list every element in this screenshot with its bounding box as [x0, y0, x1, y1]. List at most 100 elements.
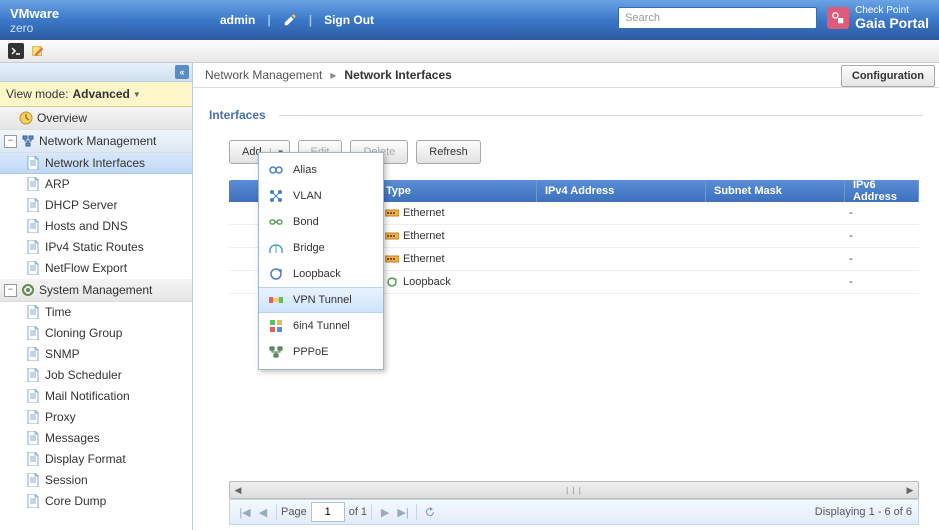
sidebar: « View mode: Advanced ▼ Overview −	[0, 63, 193, 530]
add-menu-item[interactable]: Bond	[259, 209, 383, 235]
menu-item-label: PPPoE	[293, 346, 328, 358]
sub-bar	[0, 40, 939, 63]
page-input[interactable]	[311, 502, 345, 522]
document-icon	[26, 240, 40, 254]
collapse-button[interactable]: «	[175, 65, 189, 79]
add-menu-item[interactable]: Bridge	[259, 235, 383, 261]
sidebar-item[interactable]: Time	[0, 302, 192, 323]
col-mask[interactable]: Subnet Mask	[706, 180, 845, 202]
network-icon	[21, 134, 35, 148]
breadcrumb: Network Management ▸ Network Interfaces …	[193, 63, 939, 88]
hostname-label: zero	[10, 21, 210, 35]
gaia-logo: Check Point Gaia Portal	[827, 5, 929, 31]
sidebar-item[interactable]: Display Format	[0, 449, 192, 470]
add-menu-item[interactable]: Alias	[259, 157, 383, 183]
terminal-icon[interactable]	[8, 43, 24, 59]
page-label: Page	[281, 506, 307, 518]
horizontal-scrollbar[interactable]: ◀ | | | ▶	[229, 481, 919, 499]
sidebar-section-network[interactable]: − Network Management	[0, 130, 192, 153]
configuration-button[interactable]: Configuration	[841, 65, 935, 87]
sidebar-item[interactable]: Proxy	[0, 407, 192, 428]
refresh-pager-button[interactable]	[421, 503, 439, 521]
first-page-button[interactable]: |◀	[236, 503, 254, 521]
pager: |◀ ◀ Page of 1 ▶ ▶| Displaying 1 - 6 of …	[229, 499, 919, 525]
add-menu-item[interactable]: PPPoE	[259, 339, 383, 365]
sidebar-item[interactable]: NetFlow Export	[0, 258, 192, 279]
document-icon	[26, 347, 40, 361]
menu-item-label: 6in4 Tunnel	[293, 320, 350, 332]
sidebar-item[interactable]: Mail Notification	[0, 386, 192, 407]
next-page-button[interactable]: ▶	[376, 503, 394, 521]
sidebar-section-system[interactable]: − System Management	[0, 279, 192, 302]
edit-icon[interactable]	[283, 13, 297, 27]
search-input[interactable]: Search	[618, 7, 817, 29]
ipv6-cell: -	[841, 276, 919, 288]
document-icon	[26, 473, 40, 487]
top-actions: admin | | Sign Out	[210, 13, 374, 27]
menu-item-label: Bridge	[293, 242, 325, 254]
refresh-button[interactable]: Refresh	[416, 140, 481, 164]
separator	[416, 504, 417, 520]
admin-link[interactable]: admin	[220, 13, 255, 27]
document-icon	[26, 431, 40, 445]
sidebar-item[interactable]: Network Interfaces	[0, 153, 192, 174]
panel-title: Interfaces	[209, 108, 923, 122]
sidebar-item[interactable]: Hosts and DNS	[0, 216, 192, 237]
sidebar-item[interactable]: Core Dump	[0, 491, 192, 512]
vmware-label: VMware	[10, 6, 210, 21]
separator: |	[305, 13, 316, 27]
sidebar-item[interactable]: ARP	[0, 174, 192, 195]
breadcrumb-parent[interactable]: Network Management	[205, 68, 322, 82]
sidebar-item-label: ARP	[45, 177, 70, 191]
interface-type-icon	[385, 207, 399, 219]
sidebar-item[interactable]: Job Scheduler	[0, 365, 192, 386]
add-menu-item[interactable]: 6in4 Tunnel	[259, 313, 383, 339]
prev-page-button[interactable]: ◀	[254, 503, 272, 521]
sidebar-section-overview[interactable]: Overview	[0, 107, 192, 130]
sidebar-item[interactable]: Session	[0, 470, 192, 491]
add-menu-item[interactable]: VLAN	[259, 183, 383, 209]
sidebar-item-label: DHCP Server	[45, 198, 117, 212]
last-page-button[interactable]: ▶|	[394, 503, 412, 521]
sidebar-item[interactable]: IPv4 Static Routes	[0, 237, 192, 258]
sidebar-item[interactable]: Cloning Group	[0, 323, 192, 344]
col-ipv6[interactable]: IPv6 Address	[845, 180, 919, 202]
scroll-right-icon[interactable]: ▶	[902, 483, 918, 497]
document-icon	[26, 305, 40, 319]
menu-item-icon	[267, 317, 285, 335]
type-cell: Loopback	[403, 276, 451, 288]
scroll-thumb[interactable]: | | |	[247, 484, 901, 496]
sidebar-item[interactable]: DHCP Server	[0, 195, 192, 216]
main: « View mode: Advanced ▼ Overview −	[0, 63, 939, 530]
type-cell: Ethernet	[403, 253, 445, 265]
nav-tree: Overview − Network Management Network In…	[0, 107, 192, 530]
view-mode-value: Advanced	[72, 87, 129, 101]
scratchpad-icon[interactable]	[30, 43, 46, 59]
view-mode-label: View mode:	[6, 87, 68, 101]
vmware-section: VMware zero	[0, 6, 210, 35]
section-label: Network Management	[39, 134, 156, 148]
sidebar-item-label: Messages	[45, 431, 100, 445]
menu-item-label: Loopback	[293, 268, 341, 280]
collapse-toggle[interactable]: −	[4, 284, 17, 297]
gaia-label: Gaia Portal	[855, 16, 929, 31]
menu-item-icon	[267, 239, 285, 257]
type-cell: Ethernet	[403, 230, 445, 242]
ipv6-cell: -	[841, 230, 919, 242]
scroll-left-icon[interactable]: ◀	[230, 483, 246, 497]
add-menu-item[interactable]: Loopback	[259, 261, 383, 287]
menu-item-label: VLAN	[293, 190, 322, 202]
col-type[interactable]: Type	[378, 180, 537, 202]
view-mode[interactable]: View mode: Advanced ▼	[0, 82, 192, 107]
add-menu-item[interactable]: VPN Tunnel	[259, 287, 383, 313]
interface-type-icon	[385, 276, 399, 288]
type-cell: Ethernet	[403, 207, 445, 219]
collapse-toggle[interactable]: −	[4, 135, 17, 148]
sidebar-item-label: Mail Notification	[45, 389, 130, 403]
col-ipv4[interactable]: IPv4 Address	[537, 180, 706, 202]
sidebar-item[interactable]: Messages	[0, 428, 192, 449]
signout-link[interactable]: Sign Out	[324, 13, 374, 27]
sidebar-item[interactable]: SNMP	[0, 344, 192, 365]
document-icon	[26, 326, 40, 340]
sidebar-item-label: Time	[45, 305, 71, 319]
